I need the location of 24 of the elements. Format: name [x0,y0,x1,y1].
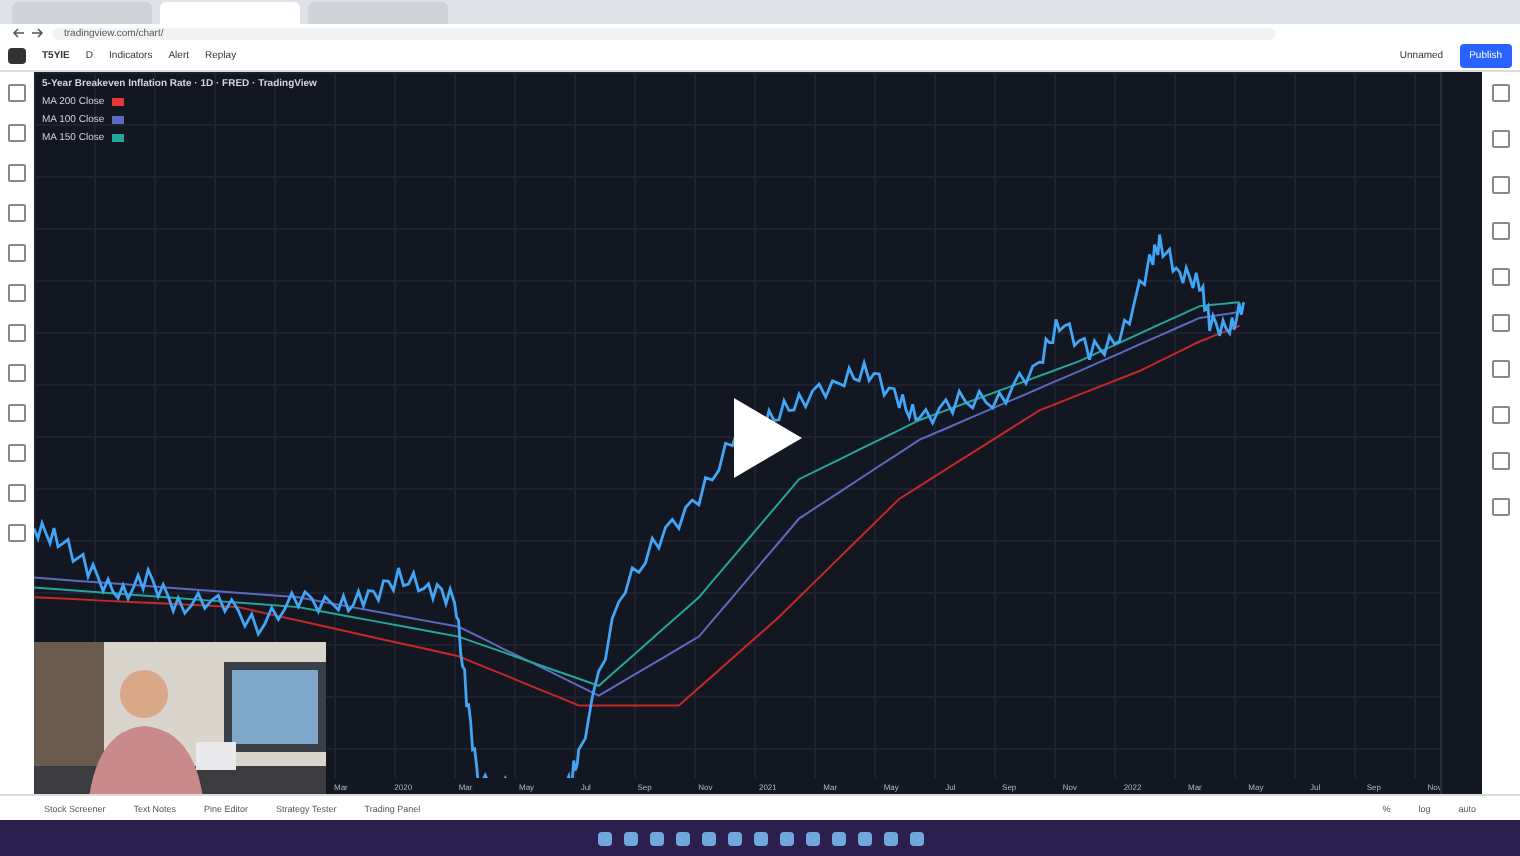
drawing-tool-icon[interactable] [8,84,26,102]
drawing-tool-icon[interactable] [8,364,26,382]
sidebar-icon[interactable] [1492,130,1510,148]
drawing-tool-icon[interactable] [8,484,26,502]
forward-icon[interactable] [32,28,44,38]
drawing-tool-icon[interactable] [8,164,26,182]
drawing-tool-icon[interactable] [8,324,26,342]
drawing-tool-icon[interactable] [8,124,26,142]
sidebar-icon[interactable] [1492,176,1510,194]
sidebar-icon[interactable] [1492,222,1510,240]
sidebar-icon[interactable] [1492,314,1510,332]
back-icon[interactable] [12,28,24,38]
sidebar-icon[interactable] [1492,84,1510,102]
drawing-tool-icon[interactable] [8,284,26,302]
drawing-tool-icon[interactable] [8,524,26,542]
sidebar-icon[interactable] [1492,498,1510,516]
sidebar-icon[interactable] [1492,268,1510,286]
drawing-tool-icon[interactable] [8,244,26,262]
drawing-tool-icon[interactable] [8,204,26,222]
sidebar-icon[interactable] [1492,452,1510,470]
drawing-tool-icon[interactable] [8,444,26,462]
drawing-tool-icon[interactable] [8,404,26,422]
sidebar-icon[interactable] [1492,406,1510,424]
sidebar-icon[interactable] [1492,360,1510,378]
